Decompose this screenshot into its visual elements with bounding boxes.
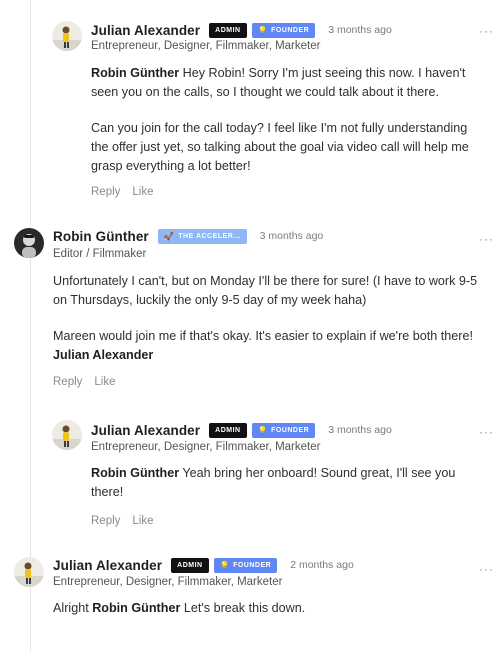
comment-text: Let's break this down. xyxy=(180,601,306,615)
timestamp[interactable]: 2 months ago xyxy=(290,559,354,571)
lightbulb-icon: 💡 xyxy=(257,425,269,435)
more-options-icon[interactable]: ··· xyxy=(479,24,494,38)
comment-body: Robin Günther Hey Robin! Sorry I'm just … xyxy=(91,64,487,193)
comment-paragraph: Robin Günther Yeah bring her onboard! So… xyxy=(91,464,487,502)
avatar-julian[interactable] xyxy=(52,21,82,51)
like-button[interactable]: Like xyxy=(94,376,115,388)
mention-julian[interactable]: Julian Alexander xyxy=(53,348,153,362)
avatar-julian-image xyxy=(52,420,82,450)
founder-badge-label: FOUNDER xyxy=(233,561,272,569)
comment-paragraph: Unfortunately I can't, but on Monday I'l… xyxy=(53,272,487,310)
accelerator-badge: 🚀 THE ACCELER... xyxy=(157,228,247,244)
author-subtitle: Entrepreneur, Designer, Filmmaker, Marke… xyxy=(53,576,283,588)
admin-badge: ADMIN xyxy=(209,22,247,38)
avatar-julian-image xyxy=(14,557,44,587)
author-name[interactable]: Julian Alexander xyxy=(91,423,200,438)
timestamp[interactable]: 3 months ago xyxy=(260,230,324,242)
mention-robin[interactable]: Robin Günther xyxy=(91,66,179,80)
comment-paragraph: Can you join for the call today? I feel … xyxy=(91,119,487,176)
comment-text: Unfortunately I can't, but on Monday I'l… xyxy=(53,274,478,307)
reply-button[interactable]: Reply xyxy=(91,186,120,198)
rocket-icon: 🚀 xyxy=(163,231,175,241)
avatar-robin-image xyxy=(14,228,44,258)
comment-actions: Reply Like xyxy=(91,515,154,527)
author-subtitle: Entrepreneur, Designer, Filmmaker, Marke… xyxy=(91,441,321,453)
accelerator-badge-label: THE ACCELER... xyxy=(178,232,241,240)
comment-body: Robin Günther Yeah bring her onboard! So… xyxy=(91,464,487,519)
founder-badge: 💡 FOUNDER xyxy=(251,22,316,38)
comment-paragraph: Alright Robin Günther Let's break this d… xyxy=(53,599,487,618)
like-button[interactable]: Like xyxy=(132,515,153,527)
comment-paragraph: Robin Günther Hey Robin! Sorry I'm just … xyxy=(91,64,487,102)
founder-badge-label: FOUNDER xyxy=(271,426,310,434)
comment-text: Alright xyxy=(53,601,93,615)
like-button[interactable]: Like xyxy=(132,186,153,198)
founder-badge-label: FOUNDER xyxy=(271,26,310,34)
mention-robin[interactable]: Robin Günther xyxy=(92,601,180,615)
admin-badge: ADMIN xyxy=(209,422,247,438)
reply-button[interactable]: Reply xyxy=(91,515,120,527)
author-subtitle: Entrepreneur, Designer, Filmmaker, Marke… xyxy=(91,40,321,52)
timestamp[interactable]: 3 months ago xyxy=(328,424,392,436)
comment-paragraph: Mareen would join me if that's okay. It'… xyxy=(53,327,487,365)
mention-robin[interactable]: Robin Günther xyxy=(91,466,179,480)
more-options-icon[interactable]: ··· xyxy=(479,232,494,246)
thread-line xyxy=(30,0,31,652)
comment-actions: Reply Like xyxy=(53,376,116,388)
comment-text: Mareen would join me if that's okay. It'… xyxy=(53,329,473,343)
avatar-robin[interactable] xyxy=(14,228,44,258)
founder-badge: 💡 FOUNDER xyxy=(213,557,278,573)
author-name[interactable]: Julian Alexander xyxy=(53,558,162,573)
timestamp[interactable]: 3 months ago xyxy=(328,24,392,36)
comment-actions: Reply Like xyxy=(91,186,154,198)
avatar-julian-image xyxy=(52,21,82,51)
lightbulb-icon: 💡 xyxy=(219,560,231,570)
more-options-icon[interactable]: ··· xyxy=(479,562,494,576)
admin-badge: ADMIN xyxy=(171,557,209,573)
comment-body: Unfortunately I can't, but on Monday I'l… xyxy=(53,272,487,382)
avatar-julian[interactable] xyxy=(14,557,44,587)
reply-button[interactable]: Reply xyxy=(53,376,82,388)
comment-body: Alright Robin Günther Let's break this d… xyxy=(53,599,487,635)
author-name[interactable]: Julian Alexander xyxy=(91,23,200,38)
more-options-icon[interactable]: ··· xyxy=(479,425,494,439)
lightbulb-icon: 💡 xyxy=(257,25,269,35)
avatar-julian[interactable] xyxy=(52,420,82,450)
founder-badge: 💡 FOUNDER xyxy=(251,422,316,438)
comment-text: Can you join for the call today? I feel … xyxy=(91,121,469,173)
author-name[interactable]: Robin Günther xyxy=(53,229,149,244)
author-subtitle: Editor / Filmmaker xyxy=(53,248,147,260)
